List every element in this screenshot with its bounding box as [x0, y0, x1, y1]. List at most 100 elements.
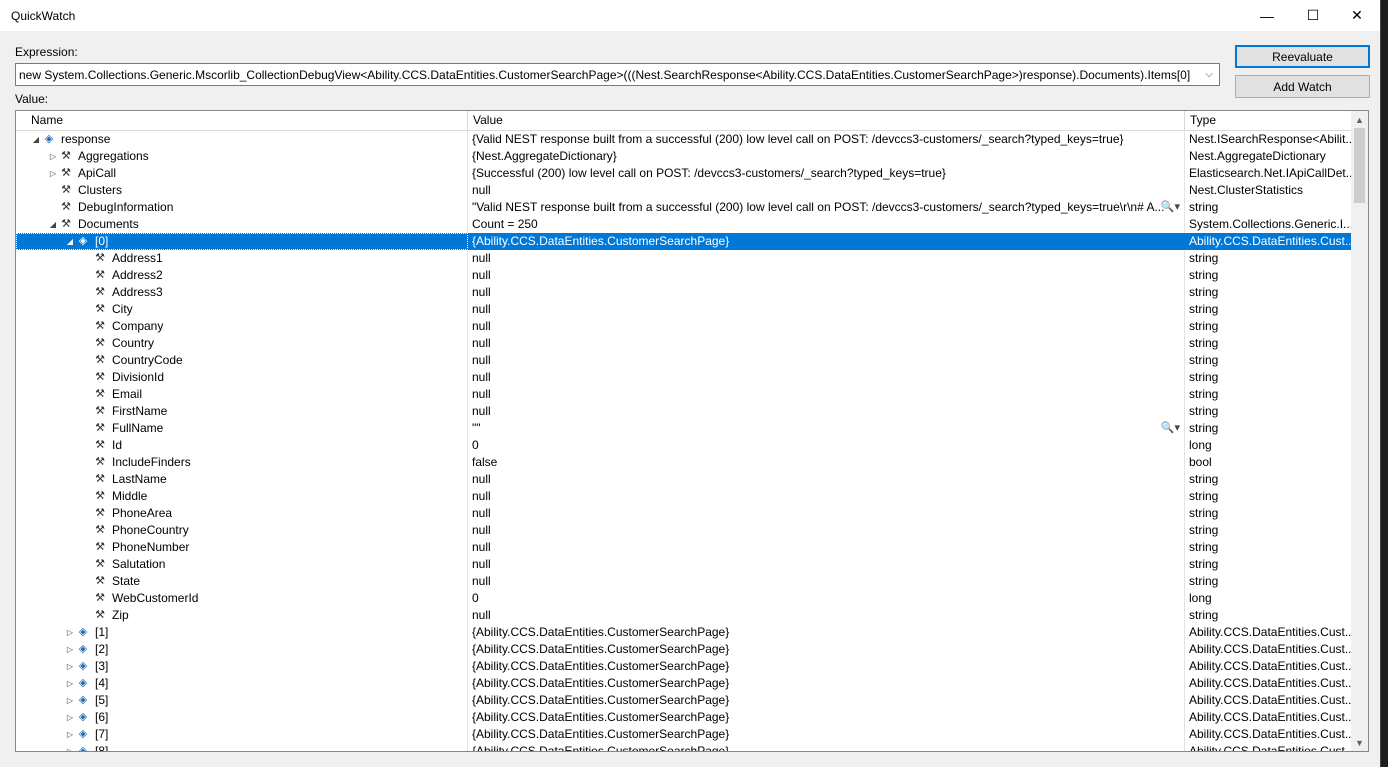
name-cell[interactable]: ⚒ City [16, 301, 468, 318]
type-cell[interactable]: string [1185, 267, 1352, 284]
value-cell[interactable]: null [468, 301, 1185, 318]
watch-row[interactable]: ⚒ Clusters null Nest.ClusterStatistics [16, 182, 1352, 199]
name-cell[interactable]: ⚒ IncludeFinders [16, 454, 468, 471]
type-cell[interactable]: System.Collections.Generic.I... [1185, 216, 1352, 233]
type-cell[interactable]: Ability.CCS.DataEntities.Cust... [1185, 692, 1352, 709]
type-cell[interactable]: string [1185, 420, 1352, 437]
value-cell[interactable]: null [468, 386, 1185, 403]
name-cell[interactable]: ⚒ CountryCode [16, 352, 468, 369]
type-cell[interactable]: Nest.AggregateDictionary [1185, 148, 1352, 165]
reevaluate-button[interactable]: Reevaluate [1235, 45, 1370, 68]
name-cell[interactable]: ⚒ Zip [16, 607, 468, 624]
watch-row[interactable]: ⚒ CountryCode null string [16, 352, 1352, 369]
watch-row[interactable]: ◢ ◈ [0] {Ability.CCS.DataEntities.CustomerS… [16, 233, 1352, 250]
watch-row[interactable]: ⚒ FirstName null string [16, 403, 1352, 420]
value-cell[interactable]: {Ability.CCS.DataEntities.CustomerSearch… [468, 692, 1185, 709]
expand-icon[interactable]: ▷ [47, 148, 59, 165]
type-cell[interactable]: Ability.CCS.DataEntities.Cust... [1185, 675, 1352, 692]
watch-row[interactable]: ⚒ State null string [16, 573, 1352, 590]
name-cell[interactable]: ▷ ◈ [5] [16, 692, 468, 709]
name-cell[interactable]: ⚒ Address1 [16, 250, 468, 267]
expand-icon[interactable]: ▷ [64, 726, 76, 743]
maximize-button[interactable]: ☐ [1290, 0, 1336, 31]
watch-row[interactable]: ⚒ DivisionId null string [16, 369, 1352, 386]
scroll-down-icon[interactable]: ▼ [1351, 734, 1368, 751]
expand-icon[interactable]: ▷ [64, 641, 76, 658]
value-cell[interactable]: null [468, 318, 1185, 335]
name-cell[interactable]: ⚒ PhoneNumber [16, 539, 468, 556]
column-header-name[interactable]: Name [16, 111, 468, 130]
type-cell[interactable]: string [1185, 522, 1352, 539]
name-cell[interactable]: ⚒ FirstName [16, 403, 468, 420]
value-cell[interactable]: null [468, 250, 1185, 267]
expand-icon[interactable]: ▷ [64, 709, 76, 726]
value-cell[interactable]: null [468, 335, 1185, 352]
value-cell[interactable]: null [468, 369, 1185, 386]
type-cell[interactable]: Ability.CCS.DataEntities.Cust... [1185, 709, 1352, 726]
value-cell[interactable]: null [468, 267, 1185, 284]
watch-row[interactable]: ⚒ City null string [16, 301, 1352, 318]
name-cell[interactable]: ⚒ WebCustomerId [16, 590, 468, 607]
type-cell[interactable]: string [1185, 403, 1352, 420]
watch-row[interactable]: ▷ ◈ [8] {Ability.CCS.DataEntities.CustomerS… [16, 743, 1352, 751]
column-header-type[interactable]: Type [1185, 111, 1352, 130]
value-cell[interactable]: {Valid NEST response built from a succes… [468, 131, 1185, 148]
type-cell[interactable]: string [1185, 318, 1352, 335]
watch-row[interactable]: ⚒ Id 0 long [16, 437, 1352, 454]
type-cell[interactable]: string [1185, 369, 1352, 386]
expand-icon[interactable]: ▷ [64, 743, 76, 751]
type-cell[interactable]: string [1185, 301, 1352, 318]
value-cell[interactable]: {Ability.CCS.DataEntities.CustomerSearch… [468, 624, 1185, 641]
watch-grid[interactable]: Name Value Type ◢ ◈ response {Valid NEST re… [15, 110, 1369, 752]
watch-row[interactable]: ⚒ Middle null string [16, 488, 1352, 505]
watch-row[interactable]: ▷ ◈ [5] {Ability.CCS.DataEntities.CustomerS… [16, 692, 1352, 709]
watch-row[interactable]: ▷ ⚒ Aggregations {Nest.AggregateDictionary}… [16, 148, 1352, 165]
watch-row[interactable]: ◢ ⚒ Documents Count = 250 System.Collections… [16, 216, 1352, 233]
type-cell[interactable]: string [1185, 386, 1352, 403]
value-cell[interactable]: null [468, 573, 1185, 590]
watch-row[interactable]: ▷ ◈ [4] {Ability.CCS.DataEntities.CustomerS… [16, 675, 1352, 692]
name-cell[interactable]: ⚒ Id [16, 437, 468, 454]
expand-icon[interactable]: ▷ [64, 675, 76, 692]
watch-row[interactable]: ⚒ Zip null string [16, 607, 1352, 624]
name-cell[interactable]: ⚒ Address2 [16, 267, 468, 284]
value-cell[interactable]: null [468, 505, 1185, 522]
name-cell[interactable]: ⚒ FullName [16, 420, 468, 437]
name-cell[interactable]: ⚒ Company [16, 318, 468, 335]
type-cell[interactable]: Elasticsearch.Net.IApiCallDet... [1185, 165, 1352, 182]
name-cell[interactable]: ▷ ◈ [1] [16, 624, 468, 641]
name-cell[interactable]: ▷ ◈ [8] [16, 743, 468, 751]
value-cell[interactable]: null [468, 182, 1185, 199]
type-cell[interactable]: long [1185, 437, 1352, 454]
watch-row[interactable]: ▷ ◈ [3] {Ability.CCS.DataEntities.CustomerS… [16, 658, 1352, 675]
value-cell[interactable]: {Ability.CCS.DataEntities.CustomerSearch… [468, 709, 1185, 726]
value-cell[interactable]: 0 [468, 437, 1185, 454]
column-header-value[interactable]: Value [468, 111, 1185, 130]
type-cell[interactable]: string [1185, 539, 1352, 556]
type-cell[interactable]: string [1185, 607, 1352, 624]
vertical-scrollbar[interactable]: ▲ ▼ [1351, 111, 1368, 751]
value-cell[interactable]: null [468, 539, 1185, 556]
watch-row[interactable]: ▷ ◈ [6] {Ability.CCS.DataEntities.CustomerS… [16, 709, 1352, 726]
value-cell[interactable]: null [468, 488, 1185, 505]
watch-row[interactable]: ⚒ FullName "" 🔍▾ string [16, 420, 1352, 437]
name-cell[interactable]: ⚒ DivisionId [16, 369, 468, 386]
type-cell[interactable]: Ability.CCS.DataEntities.Cust... [1185, 726, 1352, 743]
name-cell[interactable]: ⚒ State [16, 573, 468, 590]
watch-row[interactable]: ⚒ Country null string [16, 335, 1352, 352]
name-cell[interactable]: ◢ ◈ response [16, 131, 468, 148]
watch-row[interactable]: ⚒ Address1 null string [16, 250, 1352, 267]
collapse-icon[interactable]: ◢ [64, 233, 76, 250]
name-cell[interactable]: ▷ ⚒ ApiCall [16, 165, 468, 182]
value-cell[interactable]: Count = 250 [468, 216, 1185, 233]
type-cell[interactable]: string [1185, 488, 1352, 505]
type-cell[interactable]: Ability.CCS.DataEntities.Cust... [1185, 624, 1352, 641]
type-cell[interactable]: string [1185, 250, 1352, 267]
value-cell[interactable]: null [468, 522, 1185, 539]
type-cell[interactable]: bool [1185, 454, 1352, 471]
type-cell[interactable]: Ability.CCS.DataEntities.Cust... [1185, 658, 1352, 675]
watch-row[interactable]: ⚒ Company null string [16, 318, 1352, 335]
name-cell[interactable]: ◢ ◈ [0] [16, 233, 468, 250]
type-cell[interactable]: string [1185, 505, 1352, 522]
scroll-up-icon[interactable]: ▲ [1351, 111, 1368, 128]
